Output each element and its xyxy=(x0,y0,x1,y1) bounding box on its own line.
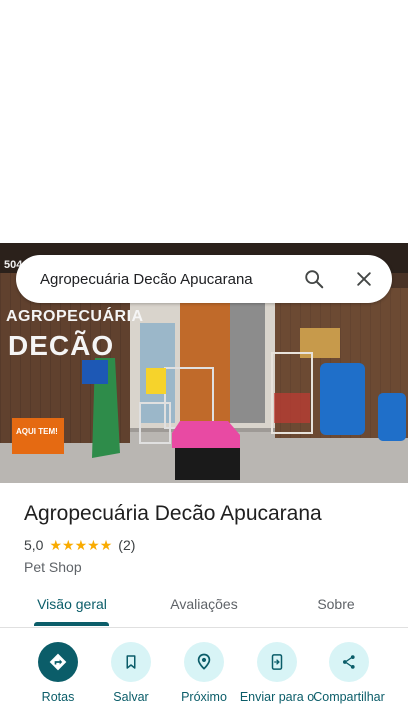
blank-top-area xyxy=(0,0,408,243)
nearby-label: Próximo xyxy=(181,690,227,704)
rating-row[interactable]: 5,0 ★ ★ ★ ★ ★ (2) xyxy=(24,536,394,554)
star-icon: ★ xyxy=(99,537,113,553)
star-icon: ★ xyxy=(62,537,75,553)
review-count: (2) xyxy=(118,537,136,553)
place-info: Agropecuária Decão Apucarana 5,0 ★ ★ ★ ★… xyxy=(24,500,394,575)
save-label: Salvar xyxy=(113,690,149,704)
share-label: Compartilhar xyxy=(313,690,385,704)
sign-text-line2: DECÃO xyxy=(8,330,114,361)
search-bar[interactable]: Agropecuária Decão Apucarana xyxy=(16,255,392,303)
save-button[interactable]: Salvar xyxy=(91,640,171,704)
star-rating: ★ ★ ★ ★ ★ xyxy=(49,538,112,552)
place-category: Pet Shop xyxy=(24,559,82,575)
directions-button[interactable]: Rotas xyxy=(18,640,98,704)
action-bar: Rotas Salvar Próximo Enviar para o Compa… xyxy=(0,640,408,726)
close-icon[interactable] xyxy=(342,257,386,301)
star-icon: ★ xyxy=(74,537,88,553)
share-button[interactable]: Compartilhar xyxy=(309,640,389,704)
sign-text-line1: AGROPECUÁRIA xyxy=(6,306,144,325)
share-icon[interactable] xyxy=(329,642,369,682)
place-title: Agropecuária Decão Apucarana xyxy=(24,502,322,525)
directions-label: Rotas xyxy=(41,690,75,704)
tab-reviews[interactable]: Avaliações xyxy=(154,586,254,628)
active-tab-indicator xyxy=(34,622,109,626)
directions-icon[interactable] xyxy=(38,642,78,682)
rating-value: 5,0 xyxy=(24,537,44,553)
send-to-phone-label: Enviar para o xyxy=(239,690,315,704)
star-icon: ★ xyxy=(87,537,100,553)
star-icon: ★ xyxy=(49,537,63,553)
search-query[interactable]: Agropecuária Decão Apucarana xyxy=(16,271,292,288)
nearby-icon[interactable] xyxy=(184,642,224,682)
nearby-button[interactable]: Próximo xyxy=(164,640,244,704)
tab-about[interactable]: Sobre xyxy=(286,586,386,628)
bookmark-icon[interactable] xyxy=(111,642,151,682)
banner-text: AQUI TEM! xyxy=(16,427,58,436)
send-to-phone-icon[interactable] xyxy=(257,642,297,682)
send-to-phone-button[interactable]: Enviar para o xyxy=(237,640,317,704)
search-icon[interactable] xyxy=(292,257,336,301)
